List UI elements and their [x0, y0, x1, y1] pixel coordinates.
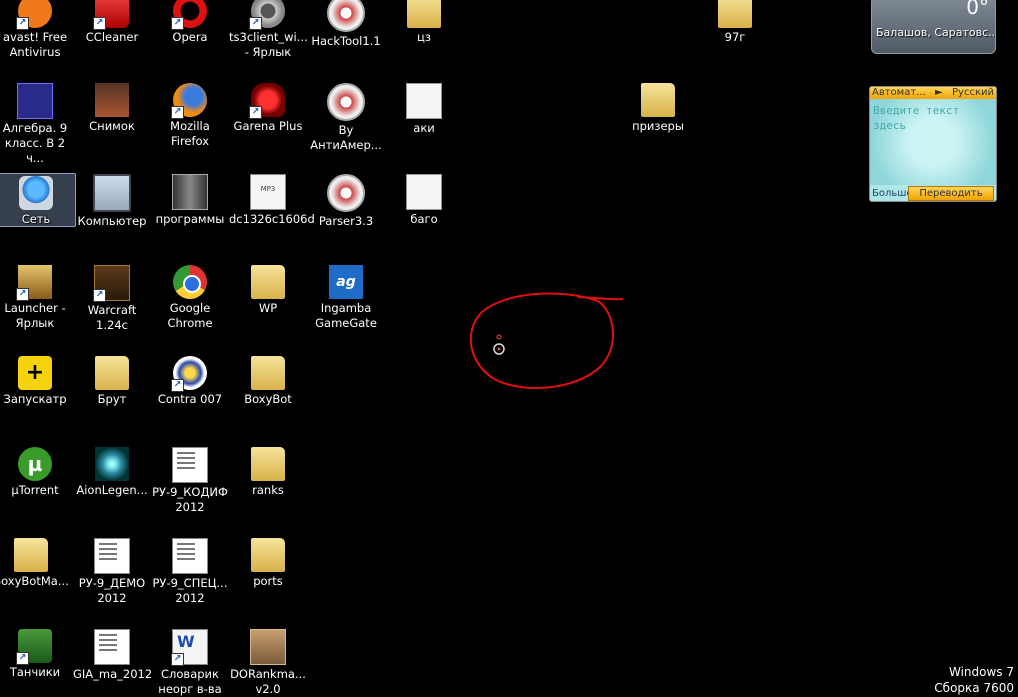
translator-language-bar[interactable]: Автомат... ► Русский [870, 87, 996, 99]
translator-footer: Больше Переводить [870, 185, 996, 201]
translator-mode[interactable]: Автомат... [872, 87, 926, 99]
placeholder-line: здесь [873, 119, 907, 132]
translator-language[interactable]: Русский [952, 87, 994, 99]
weather-temperature: 0° [966, 0, 989, 19]
translator-gadget[interactable]: Автомат... ► Русский Введите текст здесь… [869, 86, 997, 202]
translator-placeholder: Введите текст здесь [873, 103, 959, 133]
translate-button[interactable]: Переводить [908, 185, 994, 201]
weather-city: Балашов, Саратовс... [876, 26, 996, 39]
weather-gadget[interactable]: 0° Балашов, Саратовс... [871, 0, 996, 54]
mouse-cursor-icon [493, 334, 505, 355]
red-annotation-circle [469, 292, 624, 389]
watermark-os: Windows 7 [948, 665, 1014, 679]
translator-input-area[interactable]: Введите текст здесь [870, 99, 996, 185]
watermark-build: Сборка 7600 [934, 681, 1014, 695]
translator-more-link[interactable]: Больше [870, 188, 913, 199]
placeholder-line: Введите текст [873, 104, 960, 117]
windows-build-watermark: Windows 7 Сборка 7600 [934, 664, 1014, 696]
translator-arrow-icon: ► [935, 87, 943, 98]
